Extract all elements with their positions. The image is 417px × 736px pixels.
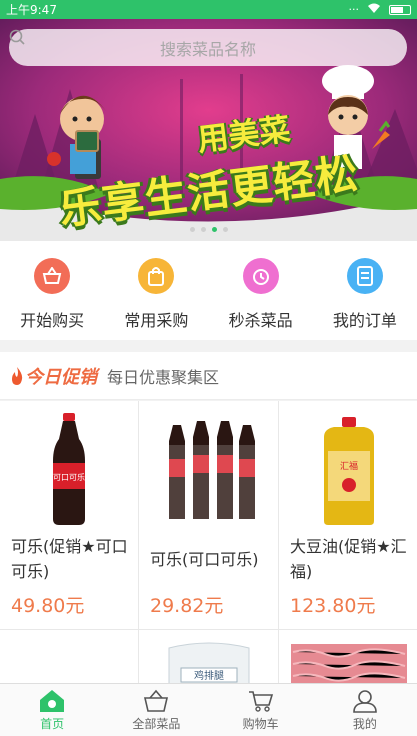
search-bar[interactable]: 搜索菜品名称 [9, 29, 407, 66]
promo-logo-today: 今日 [25, 366, 61, 388]
promo-logo: 今日 促销 [9, 363, 97, 389]
product-image: 汇福 [279, 411, 417, 531]
status-bar: 上午9:47 ··· [0, 0, 417, 19]
order-list-icon [346, 258, 383, 294]
tab-label: 首页 [40, 717, 65, 731]
product-grid: 可口可乐 可乐(促销★可口可乐) 49.80元 可乐(可口可乐) 29.82元 … [0, 401, 417, 690]
quick-nav-start-buying[interactable]: 开始购买 [0, 241, 104, 340]
carousel-dot[interactable] [222, 227, 228, 232]
promo-banner[interactable]: 搜索菜品名称 用美菜 乐享生活更轻松 [0, 19, 417, 241]
wifi-icon [367, 3, 381, 17]
product-card[interactable]: 可口可乐 可乐(促销★可口可乐) 49.80元 [0, 401, 138, 629]
tab-cart[interactable]: 购物车 [209, 684, 313, 736]
quick-nav-label: 我的订单 [332, 311, 397, 330]
quick-nav-my-orders[interactable]: 我的订单 [313, 241, 417, 340]
carousel-dots[interactable] [0, 227, 417, 232]
more-dots-icon: ··· [348, 3, 360, 16]
tab-label: 我的 [352, 717, 377, 731]
product-card[interactable] [279, 630, 417, 690]
status-time: 上午9:47 [6, 3, 57, 17]
chicken-bag-image: 鸡排腿 [168, 642, 250, 690]
battery-icon [389, 4, 411, 15]
basket-icon [34, 258, 71, 294]
product-name: 可乐(可口可乐) [150, 550, 259, 569]
tab-label: 购物车 [242, 717, 279, 731]
quick-nav-label: 开始购买 [20, 311, 85, 330]
cola-pack-image [160, 421, 261, 523]
bottom-tab-bar: 首页 全部菜品 购物车 我的 [0, 683, 417, 736]
product-name: 大豆油(促销★汇福) [290, 537, 407, 581]
carousel-dot[interactable] [200, 227, 206, 232]
tab-all-dishes[interactable]: 全部菜品 [104, 684, 208, 736]
promo-logo-sale: 促销 [61, 366, 97, 388]
product-image: 可口可乐 [0, 411, 138, 531]
product-image [139, 411, 278, 531]
cola-bottle-image: 可口可乐 [53, 413, 85, 525]
promo-subtitle: 每日优惠聚集区 [107, 367, 220, 387]
clock-icon [242, 258, 279, 294]
shopping-bag-icon [138, 258, 175, 294]
product-card[interactable]: 鸡排腿 [139, 630, 278, 690]
product-price: 123.80元 [290, 595, 376, 617]
svg-text:汇福: 汇福 [340, 460, 358, 472]
svg-text:鸡排腿: 鸡排腿 [194, 669, 224, 682]
svg-text:可口可乐: 可口可乐 [53, 472, 85, 482]
quick-nav-frequent[interactable]: 常用采购 [104, 241, 208, 340]
product-card[interactable]: 汇福 大豆油(促销★汇福) 123.80元 [279, 401, 417, 629]
product-card[interactable]: 可乐(可口可乐) 29.82元 [139, 401, 278, 629]
quick-nav-label: 常用采购 [124, 311, 189, 330]
product-price: 49.80元 [11, 595, 85, 617]
product-name: 可乐(促销★可口可乐) [11, 537, 128, 581]
carousel-dot[interactable] [189, 227, 195, 232]
quick-nav: 开始购买 常用采购 秒杀菜品 我的订单 [0, 241, 417, 340]
tab-profile[interactable]: 我的 [313, 684, 417, 736]
banner-headline: 用美菜 乐享生活更轻松 [0, 109, 417, 234]
product-price: 29.82元 [150, 595, 224, 617]
tab-home[interactable]: 首页 [0, 684, 104, 736]
search-placeholder: 搜索菜品名称 [159, 39, 256, 59]
flame-icon [12, 366, 23, 385]
minced-meat-image [291, 644, 407, 690]
tab-label: 全部菜品 [132, 717, 181, 731]
search-icon [9, 29, 25, 45]
user-icon [353, 690, 377, 713]
soybean-oil-image: 汇福 [324, 417, 374, 525]
promo-section-header: 今日 促销 每日优惠聚集区 [0, 352, 417, 400]
quick-nav-label: 秒杀菜品 [228, 311, 293, 330]
basket-outline-icon [144, 689, 169, 712]
cart-icon [248, 691, 273, 712]
home-icon [40, 690, 65, 712]
quick-nav-flash-sale[interactable]: 秒杀菜品 [209, 241, 313, 340]
carousel-dot-active[interactable] [211, 227, 217, 232]
product-card[interactable] [0, 630, 138, 690]
